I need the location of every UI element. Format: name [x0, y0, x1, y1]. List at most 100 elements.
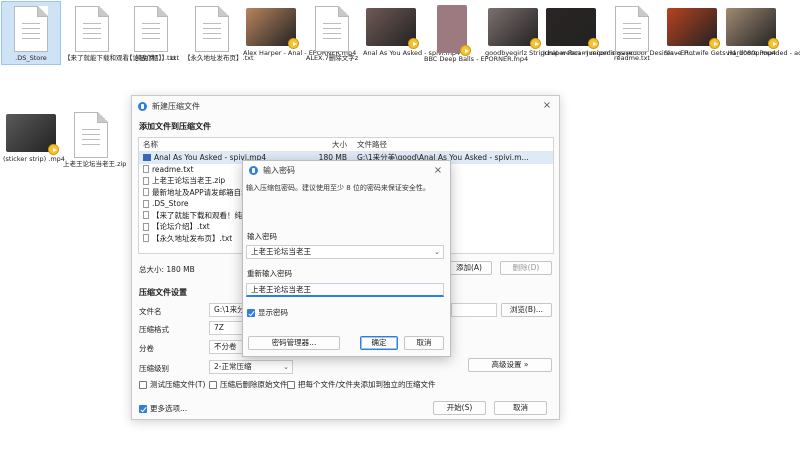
column-header-path[interactable]: 文件路径	[353, 139, 553, 150]
more-options-label: 更多选项...	[150, 404, 188, 413]
text-file-icon	[134, 6, 168, 52]
password-cancel-button[interactable]: 取消	[404, 336, 444, 350]
desktop-file[interactable]: ALEX.7删除文字z	[303, 2, 361, 64]
password-description: 输入压缩包密码。建议使用至少 8 位的密码来保证安全性。	[246, 184, 430, 192]
video-thumbnail-icon	[437, 5, 471, 56]
checkbox-box	[139, 380, 147, 389]
password-manager-button[interactable]: 密码管理器...	[248, 336, 340, 350]
desktop-file[interactable]: Anal As You Asked - spivi.mp4	[362, 2, 461, 59]
desktop-file-label: vid_1080p.mp4	[725, 49, 777, 57]
desktop-file[interactable]: vid_1080p.mp4	[722, 2, 780, 59]
desktop-file-label: Alex Harper - Anal - EPORNER.mp4	[243, 49, 357, 57]
browse-button[interactable]: 浏览(B)...	[501, 303, 552, 317]
desktop-file-label: 【论坛介绍】.txt	[125, 54, 176, 62]
text-file-icon	[14, 6, 48, 52]
text-file-icon	[143, 165, 149, 174]
cell-name-text: 【论坛介绍】.txt	[152, 222, 210, 232]
desktop-file[interactable]: (sticker strip) .mp4	[2, 108, 65, 165]
file-list-header: 名称 大小 文件路径	[139, 138, 553, 152]
desktop-file-label: readme.txt	[614, 54, 650, 62]
delete-button[interactable]: 删除(D)	[500, 261, 552, 275]
desktop-file-label: Slave Hotwife Gets Hardcore Pounded - ad…	[664, 49, 800, 57]
ok-button[interactable]: 确定	[360, 336, 398, 350]
text-file-icon	[143, 188, 149, 197]
format-label: 压缩格式	[139, 325, 169, 334]
password-input-value: 上老王论坛当老王	[251, 247, 311, 256]
text-file-icon	[75, 6, 109, 52]
filename-input-tail[interactable]	[451, 303, 497, 317]
video-thumbnail-icon	[246, 8, 299, 49]
total-size-label: 总大小: 180 MB	[139, 265, 195, 274]
desktop-file[interactable]: Alex Harper - Anal - EPORNER.mp4	[242, 2, 357, 59]
desktop-file-label: ALEX.7删除文字z	[305, 54, 359, 62]
level-select-value: 2-正常压缩	[214, 362, 252, 371]
bandizip-app-icon	[249, 165, 258, 175]
close-icon[interactable]: ×	[432, 165, 444, 177]
chevron-down-icon: ⌄	[283, 363, 289, 371]
checkbox-box	[209, 380, 217, 389]
video-thumbnail-icon	[488, 8, 541, 49]
column-header-size[interactable]: 大小	[305, 139, 353, 150]
split-label: 分卷	[139, 344, 154, 353]
chevron-down-icon[interactable]: ⌄	[434, 246, 440, 258]
desktop-file-label: 上老王论坛当老王.zip	[63, 160, 127, 168]
text-file-icon	[615, 6, 649, 52]
advanced-settings-button[interactable]: 高级设置 »	[468, 358, 552, 372]
text-file-icon	[315, 6, 349, 52]
cell-name-text: readme.txt	[152, 164, 194, 174]
desktop-file-label: goodbyegirlz Stripchat webcam recordings…	[485, 49, 640, 57]
show-password-checkbox[interactable]: 显示密码	[247, 307, 288, 318]
test-archive-label: 测试压缩文件(T)	[150, 380, 206, 389]
split-select[interactable]: 不分卷	[209, 340, 243, 354]
checkbox-box-checked	[247, 308, 255, 317]
desktop-file[interactable]: 【论坛介绍】.txt	[122, 2, 180, 64]
text-file-icon	[143, 234, 149, 243]
column-header-name[interactable]: 名称	[139, 139, 305, 150]
desktop-file[interactable]: BBC Deep Balls - EPORNER.mp4	[423, 2, 529, 65]
desktop-file[interactable]: goodbyegirlz Stripchat webcam recordings…	[484, 2, 640, 59]
desktop-file[interactable]: .DS_Store	[1, 1, 61, 65]
archive-settings-section-title: 压缩文件设置	[139, 288, 187, 297]
repeat-password-input[interactable]: 上老王论坛当老王	[246, 283, 444, 297]
format-select[interactable]: 7Z	[209, 321, 243, 335]
cell-name-text: 上老王论坛当老王.zip	[152, 176, 226, 186]
video-file-icon	[143, 154, 151, 162]
checkbox-box-checked	[139, 404, 147, 413]
desktop-file[interactable]: 【来了就能下载和观看！纯免费！】.txt	[63, 2, 179, 64]
add-files-section-title: 添加文件到压缩文件	[139, 122, 211, 131]
start-button[interactable]: 开始(S)	[433, 401, 486, 415]
desktop-file-label: .DS_Store	[15, 54, 47, 62]
password-dialog-title: 输入密码	[263, 165, 295, 175]
text-file-icon	[143, 211, 149, 220]
text-file-icon	[143, 176, 149, 185]
close-icon[interactable]: ×	[541, 100, 553, 112]
repeat-password-label: 重新输入密码	[247, 269, 292, 278]
text-file-icon	[143, 199, 149, 208]
test-archive-checkbox[interactable]: 测试压缩文件(T)	[139, 379, 205, 390]
cell-name-text: 【永久地址发布页】.txt	[152, 233, 233, 243]
video-thumbnail-icon	[667, 8, 720, 49]
add-button[interactable]: 添加(A)	[446, 261, 492, 275]
filename-input[interactable]: G:\1来分美	[209, 303, 243, 317]
desktop-file[interactable]: readme.txt	[603, 2, 661, 64]
desktop-file[interactable]: 上老王论坛当老王.zip	[62, 108, 127, 170]
desktop-file[interactable]: Juniper Ren - Juniper s Backdoor Desires…	[542, 2, 693, 59]
separate-archives-checkbox[interactable]: 把每个文件/文件夹添加到独立的压缩文件	[287, 379, 436, 390]
delete-after-label: 压缩后删除原始文件	[220, 380, 288, 389]
text-file-icon	[195, 6, 229, 52]
desktop-file[interactable]: Slave Hotwife Gets Hardcore Pounded - ad…	[663, 2, 800, 59]
text-file-icon	[143, 222, 149, 231]
password-input[interactable]: 上老王论坛当老王 ⌄	[246, 245, 444, 259]
desktop-file[interactable]: 【永久地址发布页】.txt	[183, 2, 254, 64]
cell-name-text: .DS_Store	[152, 199, 189, 209]
more-options-checkbox[interactable]: 更多选项...	[139, 403, 187, 414]
delete-after-checkbox[interactable]: 压缩后删除原始文件	[209, 379, 288, 390]
password-label: 输入密码	[247, 232, 277, 241]
desktop-file-label: Anal As You Asked - spivi.mp4	[363, 49, 461, 57]
dialog-titlebar[interactable]: 新建压缩文件 ×	[132, 96, 559, 116]
main-cancel-button[interactable]: 取消	[494, 401, 547, 415]
desktop-file-label: BBC Deep Balls - EPORNER.mp4	[424, 55, 529, 63]
level-label: 压缩级别	[139, 364, 169, 373]
password-dialog-titlebar[interactable]: 输入密码 ×	[243, 161, 450, 179]
level-select[interactable]: 2-正常压缩 ⌄	[209, 360, 293, 374]
